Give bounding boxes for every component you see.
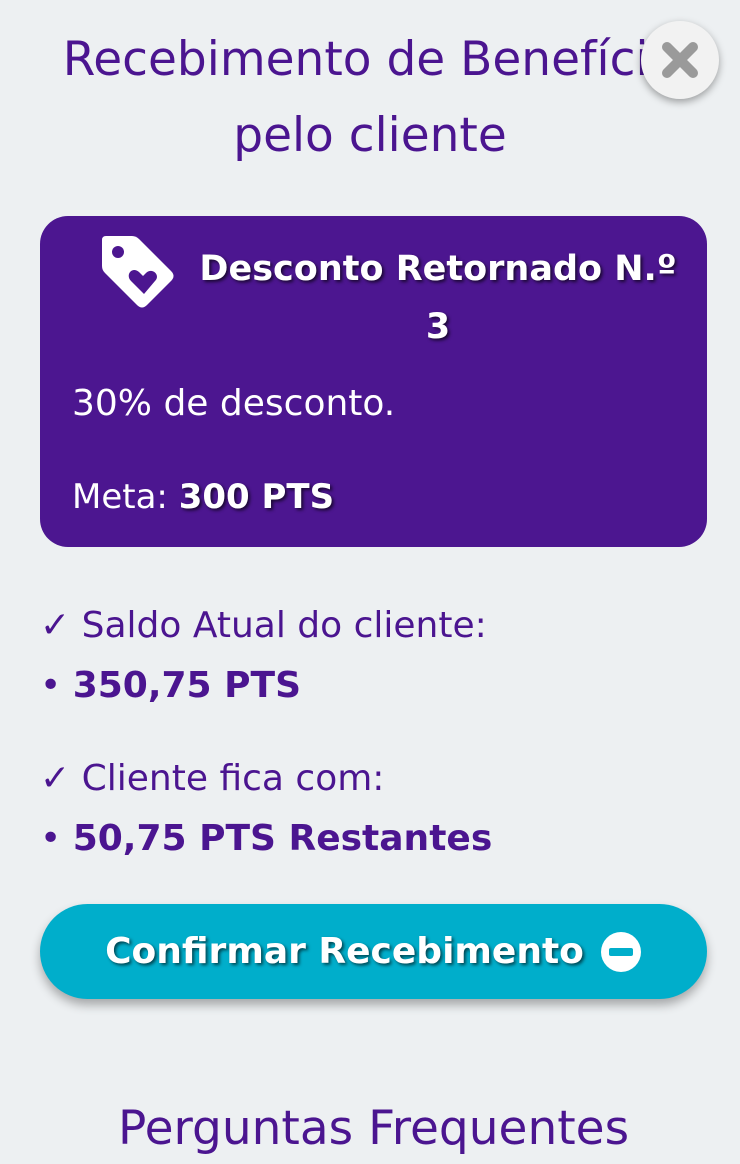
bullet-icon: • — [40, 665, 62, 706]
benefit-title: Desconto Retornado N.º 3 — [199, 249, 677, 347]
remaining-value-line: • 50,75 PTS Restantes — [40, 809, 492, 869]
close-button[interactable] — [641, 21, 719, 99]
balance-label-line: ✓ Saldo Atual do cliente: — [40, 596, 487, 656]
bullet-icon: • — [40, 818, 62, 859]
page-title: Recebimento de Benefício pelo cliente — [62, 32, 678, 163]
minus-circle-icon — [600, 931, 641, 972]
close-icon — [662, 42, 698, 78]
balance-value: 350,75 PTS — [72, 665, 302, 706]
balance-info: ✓ Saldo Atual do cliente: • 350,75 PTS — [40, 596, 487, 716]
faq-title: Perguntas Frequentes — [117, 1101, 630, 1156]
remaining-info: ✓ Cliente fica com: • 50,75 PTS Restante… — [40, 749, 492, 869]
remaining-value: 50,75 PTS Restantes — [72, 818, 493, 859]
benefit-meta: Meta: 300 PTS — [72, 473, 334, 521]
remaining-label: Cliente fica com: — [81, 758, 385, 799]
meta-value: 300 PTS — [178, 477, 335, 517]
balance-label: Saldo Atual do cliente: — [81, 605, 487, 646]
confirm-button-label: Confirmar Recebimento — [105, 931, 584, 972]
check-icon: ✓ — [40, 605, 71, 646]
benefit-card: Desconto Retornado N.º 3 30% de desconto… — [40, 216, 707, 547]
check-icon: ✓ — [40, 758, 71, 799]
confirm-receipt-button[interactable]: Confirmar Recebimento — [40, 904, 707, 999]
benefit-description: 30% de desconto. — [72, 383, 396, 424]
remaining-label-line: ✓ Cliente fica com: — [40, 749, 492, 809]
balance-value-line: • 350,75 PTS — [40, 656, 487, 716]
tag-heart-icon — [102, 236, 174, 308]
meta-label: Meta: — [72, 477, 168, 517]
